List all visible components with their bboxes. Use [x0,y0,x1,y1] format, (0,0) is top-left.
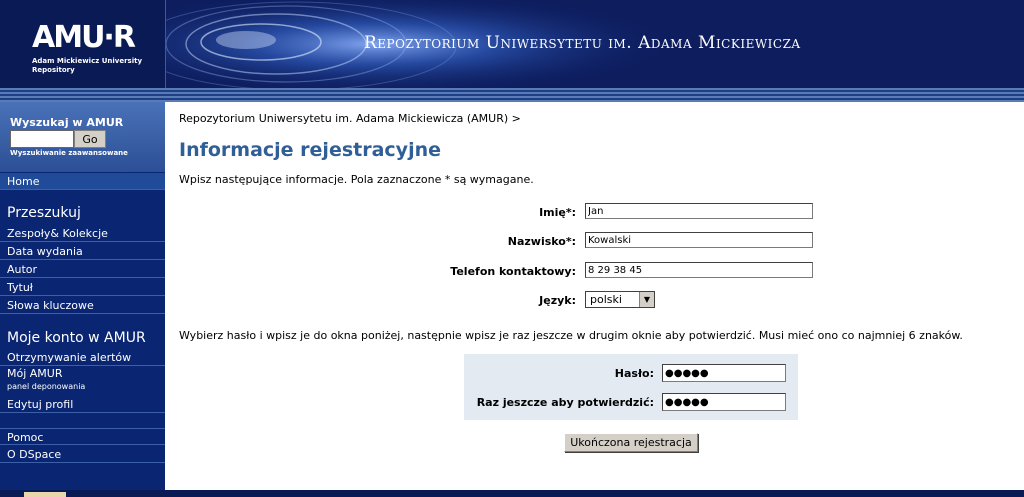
sidebar-heading-account: Moje konto w AMUR [7,330,146,346]
sidebar: Wyszukaj w AMUR Go Wyszukiwanie zaawanso… [0,102,165,490]
site-header: AMU·R Adam Mickiewicz University Reposit… [0,0,1024,88]
page-title: Informacje rejestracyjne [179,139,441,161]
sidebar-item-keywords[interactable]: Słowa kluczowe [0,297,165,314]
last-name-label: Nazwisko*: [507,235,576,248]
site-title: Repozytorium Uniwersytetu im. Adama Mick… [364,33,801,53]
logo-subtitle: Adam Mickiewicz University Repository [32,57,143,74]
language-label: Język: [539,294,576,307]
chevron-down-icon[interactable]: ▼ [639,292,654,307]
sidebar-item-author[interactable]: Autor [0,261,165,278]
sidebar-heading-browse: Przeszukuj [7,205,81,221]
phone-field[interactable] [585,262,813,278]
password-field[interactable] [662,364,786,382]
sidebar-item-my-amur[interactable]: Mój AMUR [0,367,165,380]
confirm-password-field[interactable] [662,393,786,411]
sidebar-item-home[interactable]: Home [0,173,165,190]
advanced-search-link[interactable]: Wyszukiwanie zaawansowane [10,149,128,157]
language-value: polski [590,293,622,306]
password-box: Hasło: Raz jeszcze aby potwierdzić: [464,354,798,420]
bottom-bar [0,490,1024,497]
logo[interactable]: AMU·R Adam Mickiewicz University Reposit… [0,0,166,88]
language-select[interactable]: polski ▼ [585,291,655,308]
sidebar-item-edit-profile[interactable]: Edytuj profil [0,396,165,413]
sidebar-item-help[interactable]: Pomoc [0,428,165,445]
logo-text: AMU·R [32,20,136,55]
sidebar-item-my-amur-sub[interactable]: panel deponowania [7,382,85,391]
first-name-field[interactable] [585,203,813,219]
sidebar-item-alerts[interactable]: Otrzymywanie alertów [0,349,165,366]
first-name-label: Imię*: [539,206,576,219]
breadcrumb[interactable]: Repozytorium Uniwersytetu im. Adama Mick… [179,112,521,125]
password-instructions: Wybierz hasło i wpisz je do okna poniżej… [179,329,963,342]
sidebar-item-communities[interactable]: Zespoły& Kolekcje [0,225,165,242]
phone-label: Telefon kontaktowy: [450,265,576,278]
bottom-tab [24,492,66,497]
main-content: Repozytorium Uniwersytetu im. Adama Mick… [166,102,1024,490]
sidebar-item-date[interactable]: Data wydania [0,243,165,260]
sidebar-search-box: Wyszukaj w AMUR Go Wyszukiwanie zaawanso… [0,102,165,172]
intro-text: Wpisz następujące informacje. Pola zazna… [179,173,534,186]
sidebar-item-title[interactable]: Tytuł [0,279,165,296]
password-label: Hasło: [614,367,654,380]
header-divider [0,88,1024,102]
search-input[interactable] [10,130,74,148]
last-name-field[interactable] [585,232,813,248]
complete-registration-button[interactable]: Ukończona rejestracja [564,433,698,452]
go-button[interactable]: Go [74,130,106,148]
sidebar-item-about-dspace[interactable]: O DSpace [0,446,165,463]
confirm-password-label: Raz jeszcze aby potwierdzić: [476,396,654,409]
search-label: Wyszukaj w AMUR [10,116,124,129]
